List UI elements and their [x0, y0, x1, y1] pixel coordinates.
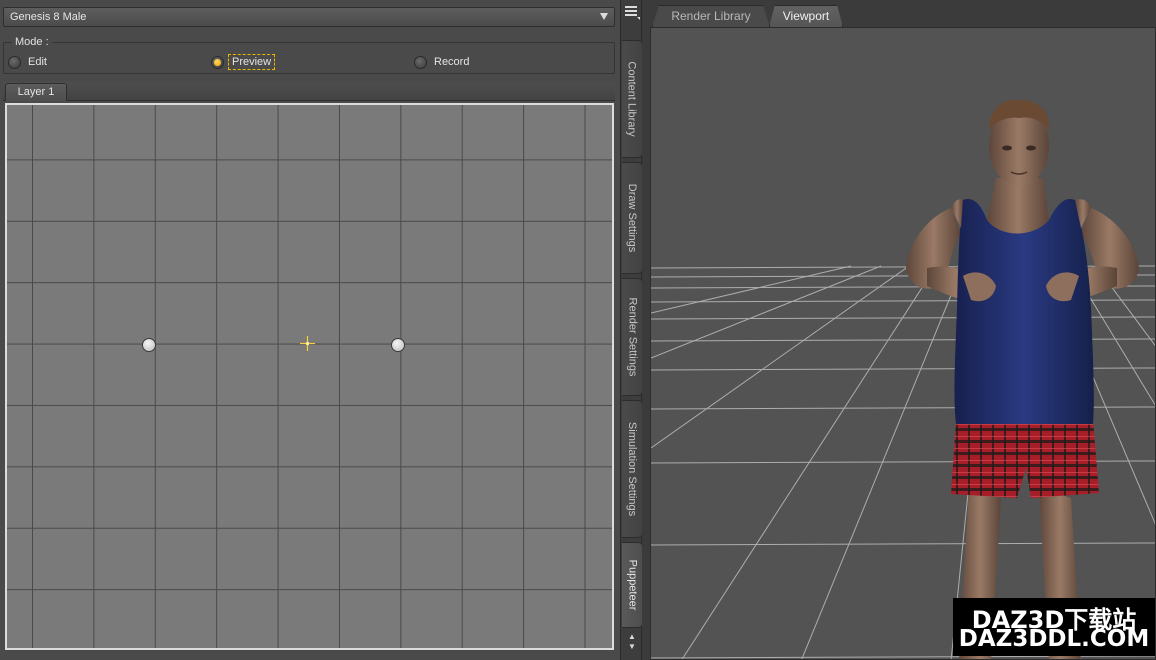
chevron-down-icon[interactable] [600, 13, 608, 20]
side-tab-label: Simulation Settings [626, 421, 639, 517]
radio-icon[interactable] [8, 55, 21, 69]
watermark: DAZ3D下载站 DAZ3DDL.COM [953, 598, 1155, 656]
side-tab-draw-settings[interactable]: Draw Settings [622, 162, 642, 274]
radio-icon[interactable] [414, 55, 427, 69]
watermark-line-2: DAZ3DDL.COM [958, 626, 1150, 652]
mode-preview-label: Preview [228, 54, 276, 70]
mode-preview-radio[interactable]: Preview [211, 54, 276, 70]
mode-legend: Mode : [12, 36, 52, 48]
3d-viewport[interactable]: DAZ3D下载站 DAZ3DDL.COM [650, 27, 1156, 660]
side-tab-simulation-settings[interactable]: Simulation Settings [622, 400, 642, 538]
mode-record-label: Record [434, 56, 470, 68]
puppet-pose-point[interactable] [142, 338, 156, 352]
side-tab-label: Puppeteer [626, 559, 639, 611]
puppet-pose-point[interactable] [391, 338, 405, 352]
side-tab-render-settings[interactable]: Render Settings [622, 278, 642, 396]
side-tab-label: Render Settings [626, 297, 639, 377]
mode-edit-radio[interactable]: Edit [8, 54, 47, 70]
mode-record-radio[interactable]: Record [414, 54, 469, 70]
mode-edit-label: Edit [28, 56, 47, 68]
side-tab-label: Draw Settings [626, 183, 639, 253]
mode-group: Mode : Edit Preview Record [3, 36, 615, 74]
viewport-pane: Render Library Viewport DAZ3D下载站 DAZ3DDL… [643, 0, 1156, 660]
layer-tabbar: Layer 1 [3, 82, 615, 101]
side-tab-strip: Content Library Draw Settings Render Set… [620, 0, 642, 660]
crosshair-icon[interactable] [300, 336, 315, 351]
tab-viewport[interactable]: Viewport [769, 5, 843, 27]
tab-layer-1[interactable]: Layer 1 [5, 83, 67, 101]
viewport-scene [651, 99, 1155, 660]
pane-menu-icon[interactable] [623, 4, 641, 20]
puppeteer-pane: Genesis 8 Male Mode : Edit Preview Recor… [0, 0, 620, 660]
side-tab-puppeteer[interactable]: Puppeteer [622, 542, 642, 628]
tab-render-library[interactable]: Render Library [652, 5, 770, 27]
figure-select-value: Genesis 8 Male [10, 11, 87, 23]
figure-select-dropdown[interactable]: Genesis 8 Male [3, 7, 615, 27]
puppeteer-grid[interactable] [5, 103, 614, 650]
side-tab-label: Content Library [626, 61, 638, 137]
tab-scroll-arrows[interactable]: ▲ ▼ [623, 632, 641, 658]
viewport-tabbar: Render Library Viewport [643, 0, 1156, 27]
side-tab-content-library[interactable]: Content Library [622, 40, 642, 158]
radio-selected-icon[interactable] [211, 55, 224, 69]
figure-genesis-8-male[interactable] [906, 99, 1139, 660]
